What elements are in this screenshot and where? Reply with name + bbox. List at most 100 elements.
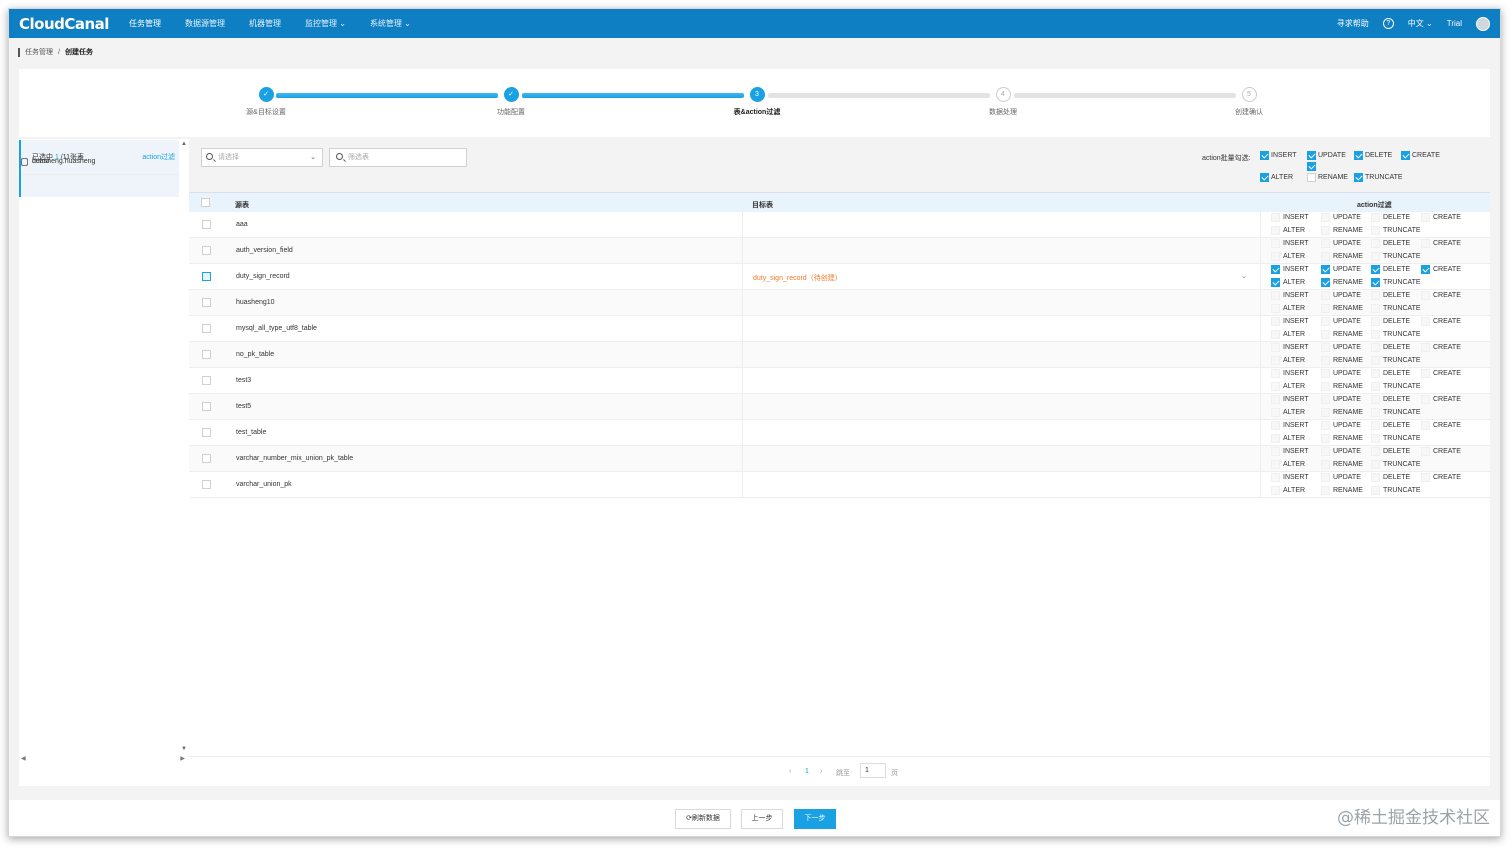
action-truncate-checkbox[interactable]: TRUNCATE — [1371, 434, 1421, 443]
table-search-input[interactable]: 筛选表 — [329, 148, 467, 167]
action-truncate-checkbox[interactable]: TRUNCATE — [1371, 330, 1421, 339]
action-update-checkbox[interactable]: UPDATE — [1321, 421, 1361, 430]
action-delete-checkbox[interactable]: DELETE — [1371, 421, 1410, 430]
batch-rename-checkbox[interactable]: RENAME — [1307, 173, 1348, 182]
action-truncate-checkbox[interactable]: TRUNCATE — [1371, 460, 1421, 469]
scroll-left-icon[interactable]: ◀ — [21, 755, 26, 762]
batch-alter-checkbox[interactable]: ALTER — [1260, 173, 1293, 182]
action-delete-checkbox[interactable]: DELETE — [1371, 343, 1410, 352]
schema-select[interactable]: 请选择 ⌄ — [201, 148, 323, 167]
next-page-icon[interactable]: › — [820, 768, 822, 775]
row-checkbox[interactable] — [202, 272, 211, 283]
action-alter-checkbox[interactable]: ALTER — [1271, 226, 1305, 235]
action-alter-checkbox[interactable]: ALTER — [1271, 304, 1305, 313]
action-delete-checkbox[interactable]: DELETE — [1371, 473, 1410, 482]
action-rename-checkbox[interactable]: RENAME — [1321, 382, 1363, 391]
action-create-checkbox[interactable]: CREATE — [1421, 447, 1461, 456]
action-rename-checkbox[interactable]: RENAME — [1321, 278, 1363, 287]
table-row[interactable]: varchar_number_mix_union_pk_table INSERT U… — [189, 446, 1490, 472]
nav-task-management[interactable]: 任务管理 — [129, 18, 161, 29]
table-row[interactable]: huasheng10 INSERT UPDATE DELETE CREATE ALTER R… — [189, 290, 1490, 316]
nav-machine-management[interactable]: 机器管理 — [249, 18, 281, 29]
action-create-checkbox[interactable]: CREATE — [1421, 291, 1461, 300]
user-name[interactable]: Trial — [1447, 19, 1462, 28]
action-update-checkbox[interactable]: UPDATE — [1321, 395, 1361, 404]
action-truncate-checkbox[interactable]: TRUNCATE — [1371, 226, 1421, 235]
action-delete-checkbox[interactable]: DELETE — [1371, 265, 1410, 274]
refresh-button[interactable]: ⟳刷新数据 — [675, 809, 731, 829]
action-insert-checkbox[interactable]: INSERT — [1271, 317, 1309, 326]
action-update-checkbox[interactable]: UPDATE — [1321, 239, 1361, 248]
action-alter-checkbox[interactable]: ALTER — [1271, 330, 1305, 339]
action-alter-checkbox[interactable]: ALTER — [1271, 252, 1305, 261]
action-insert-checkbox[interactable]: INSERT — [1271, 291, 1309, 300]
action-delete-checkbox[interactable]: DELETE — [1371, 239, 1410, 248]
action-insert-checkbox[interactable]: INSERT — [1271, 421, 1309, 430]
table-row[interactable]: mysql_all_type_utf8_table INSERT UPDATE DEL… — [189, 316, 1490, 342]
table-row[interactable]: aaa INSERT UPDATE DELETE CREATE ALTER RENAME TR… — [189, 212, 1490, 238]
action-update-checkbox[interactable]: UPDATE — [1321, 343, 1361, 352]
chevron-down-icon[interactable]: ⌄ — [1241, 272, 1247, 280]
nav-system-management[interactable]: 系统管理 ⌄ — [370, 18, 411, 29]
action-rename-checkbox[interactable]: RENAME — [1321, 330, 1363, 339]
next-step-button[interactable]: 下一步 — [794, 809, 836, 829]
action-rename-checkbox[interactable]: RENAME — [1321, 356, 1363, 365]
help-link[interactable]: 寻求帮助 — [1337, 18, 1369, 29]
scroll-up-icon[interactable]: ▲ — [181, 141, 187, 147]
action-delete-checkbox[interactable]: DELETE — [1371, 369, 1410, 378]
breadcrumb-parent[interactable]: 任务管理 — [25, 47, 53, 57]
action-create-checkbox[interactable]: CREATE — [1421, 213, 1461, 222]
action-insert-checkbox[interactable]: INSERT — [1271, 343, 1309, 352]
action-rename-checkbox[interactable]: RENAME — [1321, 226, 1363, 235]
action-rename-checkbox[interactable]: RENAME — [1321, 304, 1363, 313]
avatar[interactable] — [1476, 16, 1490, 31]
row-checkbox[interactable] — [202, 220, 211, 231]
action-alter-checkbox[interactable]: ALTER — [1271, 278, 1305, 287]
action-create-checkbox[interactable]: CREATE — [1421, 369, 1461, 378]
action-rename-checkbox[interactable]: RENAME — [1321, 252, 1363, 261]
action-delete-checkbox[interactable]: DELETE — [1371, 447, 1410, 456]
batch-truncate-checkbox[interactable]: TRUNCATE — [1354, 173, 1403, 182]
table-row[interactable]: test5 INSERT UPDATE DELETE CREATE ALTER RENAME… — [189, 394, 1490, 420]
action-update-checkbox[interactable]: UPDATE — [1321, 369, 1361, 378]
prev-page-icon[interactable]: ‹ — [789, 768, 791, 775]
action-alter-checkbox[interactable]: ALTER — [1271, 408, 1305, 417]
action-update-checkbox[interactable]: UPDATE — [1321, 291, 1361, 300]
row-checkbox[interactable] — [202, 454, 211, 465]
batch-insert-checkbox[interactable]: INSERT — [1260, 151, 1297, 160]
action-create-checkbox[interactable]: CREATE — [1421, 265, 1461, 274]
language-dropdown[interactable]: 中文 ⌄ — [1408, 18, 1433, 29]
select-all-checkbox[interactable] — [201, 198, 210, 209]
action-alter-checkbox[interactable]: ALTER — [1271, 460, 1305, 469]
goto-input[interactable]: 1 — [860, 763, 886, 778]
action-create-checkbox[interactable]: CREATE — [1421, 239, 1461, 248]
action-insert-checkbox[interactable]: INSERT — [1271, 369, 1309, 378]
table-row[interactable]: test_table INSERT UPDATE DELETE CREATE ALTER R… — [189, 420, 1490, 446]
batch-create-checkbox[interactable]: CREATE — [1401, 151, 1440, 160]
action-rename-checkbox[interactable]: RENAME — [1321, 486, 1363, 495]
action-update-checkbox[interactable]: UPDATE — [1321, 213, 1361, 222]
row-checkbox[interactable] — [202, 402, 211, 413]
action-truncate-checkbox[interactable]: TRUNCATE — [1371, 252, 1421, 261]
table-row[interactable]: auth_version_field INSERT UPDATE DELETE CREA… — [189, 238, 1490, 264]
action-alter-checkbox[interactable]: ALTER — [1271, 382, 1305, 391]
action-create-checkbox[interactable]: CREATE — [1421, 421, 1461, 430]
row-checkbox[interactable] — [202, 480, 211, 491]
batch-extra-checkbox[interactable] — [1307, 162, 1316, 171]
row-checkbox[interactable] — [202, 350, 211, 361]
action-rename-checkbox[interactable]: RENAME — [1321, 434, 1363, 443]
scroll-right-icon[interactable]: ▶ — [180, 755, 185, 762]
db-card[interactable]: demo huasheng.huasheng 已选中 1 /11张表 actio… — [19, 140, 179, 197]
action-truncate-checkbox[interactable]: TRUNCATE — [1371, 408, 1421, 417]
action-create-checkbox[interactable]: CREATE — [1421, 343, 1461, 352]
action-delete-checkbox[interactable]: DELETE — [1371, 291, 1410, 300]
action-update-checkbox[interactable]: UPDATE — [1321, 317, 1361, 326]
table-row[interactable]: test3 INSERT UPDATE DELETE CREATE ALTER RENAME… — [189, 368, 1490, 394]
page-number[interactable]: 1 — [805, 768, 809, 775]
prev-step-button[interactable]: 上一步 — [741, 809, 783, 829]
action-update-checkbox[interactable]: UPDATE — [1321, 473, 1361, 482]
nav-monitor-management[interactable]: 监控管理 ⌄ — [305, 18, 346, 29]
action-insert-checkbox[interactable]: INSERT — [1271, 395, 1309, 404]
action-insert-checkbox[interactable]: INSERT — [1271, 473, 1309, 482]
action-insert-checkbox[interactable]: INSERT — [1271, 239, 1309, 248]
